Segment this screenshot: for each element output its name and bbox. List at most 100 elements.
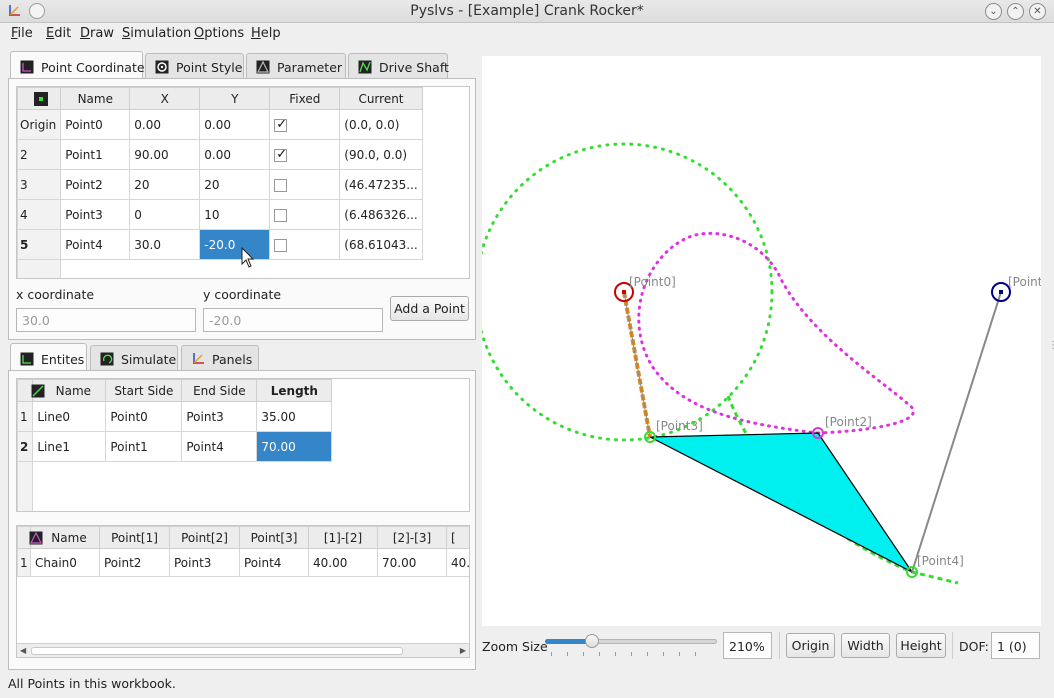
row-header[interactable]: 2 bbox=[17, 431, 34, 462]
points-header-y[interactable]: Y bbox=[199, 87, 271, 110]
origin-button[interactable]: Origin bbox=[786, 633, 835, 658]
tab-panels[interactable]: Panels bbox=[181, 345, 259, 370]
line1-rocker[interactable] bbox=[911, 291, 1002, 573]
chains-header-p3[interactable]: Point[3] bbox=[239, 526, 309, 549]
point-x-cell[interactable]: 0.00 bbox=[129, 109, 201, 140]
point-fixed-cell[interactable] bbox=[269, 199, 341, 230]
mechanism-drawing[interactable]: [Point0] [Point [Point2] [Point3] [Point… bbox=[482, 56, 1041, 626]
lines-header-length[interactable]: Length bbox=[256, 379, 333, 402]
splitter-handle[interactable]: ⋮ bbox=[1048, 340, 1054, 351]
lines-header-end[interactable]: End Side bbox=[181, 379, 258, 402]
chains-header-p1[interactable]: Point[1] bbox=[99, 526, 170, 549]
table-row[interactable]: 5 Point4 30.0 -20.0 (68.61043... bbox=[17, 229, 423, 260]
point-x-cell[interactable]: 90.00 bbox=[129, 139, 201, 170]
coupler-triangle[interactable] bbox=[649, 432, 913, 573]
row-header[interactable]: 1 bbox=[17, 401, 34, 432]
table-row[interactable]: 2 Point1 90.00 0.00 (90.0, 0.0) bbox=[17, 139, 423, 170]
line-end-cell[interactable]: Point3 bbox=[181, 401, 258, 432]
minimize-button[interactable]: ⌄ bbox=[985, 3, 1002, 20]
tab-point-style[interactable]: Point Style bbox=[145, 53, 244, 78]
menu-file[interactable]: File bbox=[11, 26, 33, 41]
row-header[interactable]: 5 bbox=[17, 229, 62, 260]
scroll-right-icon[interactable]: ▶ bbox=[460, 646, 466, 655]
point-name-cell[interactable]: Point4 bbox=[60, 229, 131, 260]
scroll-left-icon[interactable]: ◀ bbox=[20, 646, 26, 655]
points-header-current[interactable]: Current bbox=[339, 87, 423, 110]
chain-p1-cell[interactable]: Point2 bbox=[99, 548, 170, 577]
chains-header-p2[interactable]: Point[2] bbox=[169, 526, 240, 549]
table-row[interactable]: 1 Line0 Point0 Point3 35.00 bbox=[17, 401, 333, 432]
lines-header-start[interactable]: Start Side bbox=[105, 379, 183, 402]
point-y-cell[interactable]: 0.00 bbox=[199, 139, 271, 170]
chain-d23-cell[interactable]: 70.00 bbox=[377, 548, 447, 577]
table-row[interactable]: 2 Line1 Point1 Point4 70.00 bbox=[17, 431, 333, 462]
menu-draw[interactable]: Draw bbox=[80, 26, 114, 41]
line-name-cell[interactable]: Line1 bbox=[32, 431, 107, 462]
row-header[interactable]: Origin bbox=[17, 109, 62, 140]
scrollbar-thumb[interactable] bbox=[31, 647, 403, 655]
point-y-cell[interactable]: 10 bbox=[199, 199, 271, 230]
chains-header-d23[interactable]: [2]-[3] bbox=[377, 526, 447, 549]
line-start-cell[interactable]: Point0 bbox=[105, 401, 183, 432]
point-name-cell[interactable]: Point2 bbox=[60, 169, 131, 200]
maximize-button[interactable]: ⌃ bbox=[1007, 3, 1024, 20]
line-end-cell[interactable]: Point4 bbox=[181, 431, 258, 462]
row-header[interactable]: 2 bbox=[17, 139, 62, 170]
zoom-value-input[interactable]: 210% bbox=[723, 632, 772, 659]
line-length-cell[interactable]: 35.00 bbox=[256, 401, 333, 432]
x-coordinate-input[interactable]: 30.0 bbox=[16, 308, 196, 332]
point-fixed-cell[interactable] bbox=[269, 109, 341, 140]
chains-header-d12[interactable]: [1]-[2] bbox=[308, 526, 378, 549]
chain-d31-cell[interactable]: 40.( bbox=[446, 548, 469, 577]
point-name-cell[interactable]: Point1 bbox=[60, 139, 131, 170]
fixed-checkbox[interactable] bbox=[274, 238, 288, 252]
fixed-checkbox[interactable] bbox=[274, 178, 288, 192]
row-header[interactable]: 1 bbox=[17, 548, 31, 577]
chain-p2-cell[interactable]: Point3 bbox=[169, 548, 240, 577]
chain-p3-cell[interactable]: Point4 bbox=[239, 548, 309, 577]
point-x-cell[interactable]: 0 bbox=[129, 199, 201, 230]
width-button[interactable]: Width bbox=[841, 633, 890, 658]
table-row[interactable]: 3 Point2 20 20 (46.47235... bbox=[17, 169, 423, 200]
menu-simulation[interactable]: Simulation bbox=[122, 26, 191, 41]
point-name-cell[interactable]: Point3 bbox=[60, 199, 131, 230]
chains-header-name[interactable]: Name bbox=[29, 526, 100, 549]
y-coordinate-input[interactable]: -20.0 bbox=[203, 308, 383, 332]
point-fixed-cell[interactable] bbox=[269, 139, 341, 170]
point-y-cell[interactable]: 20 bbox=[199, 169, 271, 200]
fixed-checkbox[interactable] bbox=[274, 117, 288, 132]
fixed-checkbox[interactable] bbox=[274, 208, 288, 222]
add-point-button[interactable]: Add a Point bbox=[390, 296, 469, 321]
zoom-slider[interactable] bbox=[545, 632, 717, 656]
point-fixed-cell[interactable] bbox=[269, 169, 341, 200]
chains-horizontal-scrollbar[interactable]: ◀ ▶ bbox=[17, 643, 469, 657]
point-x-cell[interactable]: 20 bbox=[129, 169, 201, 200]
line-name-cell[interactable]: Line0 bbox=[32, 401, 107, 432]
chain-name-cell[interactable]: Chain0 bbox=[30, 548, 100, 577]
tab-simulate[interactable]: Simulate bbox=[90, 345, 178, 370]
chain-d12-cell[interactable]: 40.00 bbox=[308, 548, 378, 577]
menu-edit[interactable]: Edit bbox=[46, 26, 71, 41]
fixed-checkbox[interactable] bbox=[274, 147, 288, 162]
tab-parameter[interactable]: Parameter bbox=[246, 53, 346, 78]
points-header-fixed[interactable]: Fixed bbox=[269, 87, 341, 110]
zoom-slider-handle[interactable] bbox=[585, 634, 599, 648]
tab-drive-shaft[interactable]: Drive Shaft bbox=[348, 53, 449, 78]
point-x-cell[interactable]: 30.0 bbox=[129, 229, 201, 260]
table-row[interactable]: Origin Point0 0.00 0.00 (0.0, 0.0) bbox=[17, 109, 423, 140]
menu-options[interactable]: Options bbox=[194, 26, 244, 41]
points-header-x[interactable]: X bbox=[129, 87, 201, 110]
table-row[interactable]: 4 Point3 0 10 (6.486326... bbox=[17, 199, 423, 230]
row-header[interactable]: 3 bbox=[17, 169, 62, 200]
point-y-cell[interactable]: 0.00 bbox=[199, 109, 271, 140]
mechanism-canvas[interactable]: [Point0] [Point [Point2] [Point3] [Point… bbox=[482, 56, 1041, 626]
close-button[interactable]: ✕ bbox=[1029, 3, 1046, 20]
lines-header-name[interactable]: Name bbox=[31, 379, 107, 402]
line-length-cell-selected[interactable]: 70.00 bbox=[256, 431, 333, 462]
chains-header-d31[interactable]: [ bbox=[446, 526, 469, 549]
point-fixed-cell[interactable] bbox=[269, 229, 341, 260]
points-header-name[interactable]: Name bbox=[34, 87, 131, 110]
menu-help[interactable]: Help bbox=[251, 26, 281, 41]
height-button[interactable]: Height bbox=[896, 633, 946, 658]
tab-entities[interactable]: Entites bbox=[10, 343, 87, 370]
